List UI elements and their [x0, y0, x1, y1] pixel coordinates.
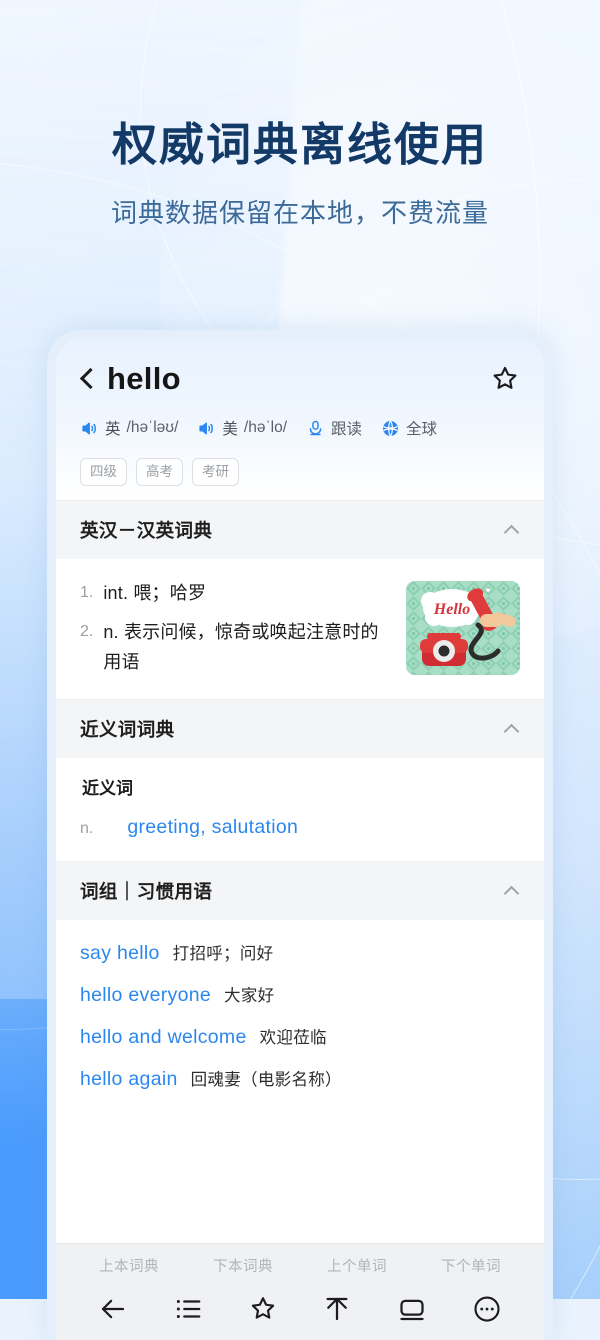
follow-read-button[interactable]: 跟读	[306, 417, 362, 439]
phrase-item[interactable]: say hello 打招呼；问好	[80, 940, 520, 965]
word-title-row: hello	[80, 361, 520, 397]
phrase-english[interactable]: hello and welcome	[80, 1026, 247, 1049]
section-header-synonyms[interactable]: 近义词词典	[56, 698, 544, 758]
section-header-phrases[interactable]: 词组｜习惯用语	[56, 860, 544, 920]
exam-tag[interactable]: 高考	[136, 458, 183, 487]
pronunciation-row: 英 /həˈləʊ/ 美 /həˈlo/ 跟读 全球	[80, 417, 520, 439]
section-title: 英汉－汉英词典	[80, 520, 213, 542]
synonym-pos: n.	[80, 819, 94, 837]
word-header: hello 英 /həˈləʊ/ 美 /həˈlo/ 跟读 全球 四级 高考 考…	[56, 339, 544, 501]
word-headword: hello	[107, 361, 181, 396]
section-header-dictionary[interactable]: 英汉－汉英词典	[56, 500, 544, 560]
synonym-words[interactable]: greeting, salutation	[127, 816, 298, 839]
chevron-up-icon[interactable]	[504, 883, 520, 899]
page-title: 权威词典离线使用	[111, 119, 488, 170]
section-body-synonyms: 近义词 n. greeting, salutation	[56, 757, 544, 861]
section-title: 词组｜习惯用语	[80, 880, 213, 902]
pronunciation-uk-region: 英	[105, 421, 121, 438]
phrase-english[interactable]: say hello	[80, 942, 160, 965]
chevron-up-icon[interactable]	[504, 522, 520, 538]
synonym-line: n. greeting, salutation	[80, 816, 520, 839]
phrase-chinese: 回魂妻（电影名称）	[190, 1070, 342, 1089]
phrase-item[interactable]: hello and welcome 欢迎莅临	[80, 1024, 520, 1049]
pronunciation-us-region: 美	[222, 421, 238, 438]
phrase-english[interactable]: hello everyone	[80, 984, 211, 1007]
phrase-chinese: 打招呼；问好	[172, 944, 274, 963]
phrase-chinese: 大家好	[224, 986, 275, 1005]
definitions-wrap: 1. int. 喂；哈罗 2. n. 表示问候，惊奇或唤起注意时的用语 Hell…	[80, 579, 520, 676]
definition-text: n. 表示问候，惊奇或唤起注意时的用语	[103, 622, 379, 672]
quick-nav-bar: 上本词典 下本词典 上个单词 下个单词	[56, 1243, 544, 1285]
quick-nav-next-dictionary[interactable]: 下本词典	[186, 1255, 300, 1276]
pronunciation-us[interactable]: 美 /həˈlo/	[197, 417, 287, 439]
bottom-toolbar	[56, 1285, 544, 1340]
definition-number: 2.	[80, 623, 94, 641]
phrase-english[interactable]: hello again	[80, 1068, 178, 1091]
section-body-phrases: say hello 打招呼；问好 hello everyone 大家好 hell…	[56, 919, 544, 1113]
hero-section: 权威词典离线使用 词典数据保留在本地，不费流量	[0, 0, 600, 230]
definition-text: int. 喂；哈罗	[103, 583, 207, 604]
quick-nav-prev-word[interactable]: 上个单词	[300, 1255, 414, 1276]
word-title-left: hello	[80, 361, 181, 397]
quick-nav-next-word[interactable]: 下个单词	[414, 1255, 528, 1276]
definition-list: 1. int. 喂；哈罗 2. n. 表示问候，惊奇或唤起注意时的用语	[80, 579, 392, 676]
svg-text:Hello: Hello	[433, 601, 470, 618]
exam-tag[interactable]: 考研	[192, 458, 239, 487]
chevron-up-icon[interactable]	[504, 721, 520, 737]
microphone-icon[interactable]	[306, 419, 325, 438]
exam-tag[interactable]: 四级	[80, 458, 127, 487]
pronunciation-uk[interactable]: 英 /həˈləʊ/	[80, 417, 178, 439]
speaker-icon[interactable]	[80, 419, 99, 438]
section-title: 近义词词典	[80, 718, 175, 740]
pronunciation-us-ipa: /həˈlo/	[243, 419, 288, 436]
quick-nav-prev-dictionary[interactable]: 上本词典	[72, 1255, 186, 1276]
definition-item: 2. n. 表示问候，惊奇或唤起注意时的用语	[80, 618, 392, 676]
star-outline-icon[interactable]	[490, 364, 520, 394]
follow-read-label: 跟读	[331, 421, 363, 438]
global-button[interactable]: 全球	[381, 417, 437, 439]
phrase-chinese: 欢迎莅临	[259, 1028, 327, 1047]
definition-number: 1.	[80, 584, 94, 602]
phone-mockup: hello 英 /həˈləʊ/ 美 /həˈlo/ 跟读 全球 四级 高考 考…	[47, 330, 553, 1340]
definition-item: 1. int. 喂；哈罗	[80, 579, 392, 608]
synonym-label: 近义词	[80, 778, 135, 801]
section-body-dictionary: 1. int. 喂；哈罗 2. n. 表示问候，惊奇或唤起注意时的用语 Hell…	[56, 559, 544, 699]
exam-tag-row: 四级 高考 考研	[80, 458, 520, 487]
phone-screen: hello 英 /həˈləʊ/ 美 /həˈlo/ 跟读 全球 四级 高考 考…	[56, 339, 544, 1340]
pronunciation-uk-ipa: /həˈləʊ/	[126, 419, 179, 436]
hello-telephone-illustration[interactable]: Hello	[406, 581, 520, 676]
speaker-icon[interactable]	[197, 419, 216, 438]
content-spacer	[56, 1112, 544, 1243]
globe-icon[interactable]	[381, 419, 400, 438]
global-label: 全球	[406, 421, 438, 438]
page-subtitle: 词典数据保留在本地，不费流量	[110, 198, 489, 229]
phrase-item[interactable]: hello everyone 大家好	[80, 982, 520, 1007]
phrase-item[interactable]: hello again 回魂妻（电影名称）	[80, 1066, 520, 1091]
chevron-left-icon[interactable]	[80, 368, 93, 390]
